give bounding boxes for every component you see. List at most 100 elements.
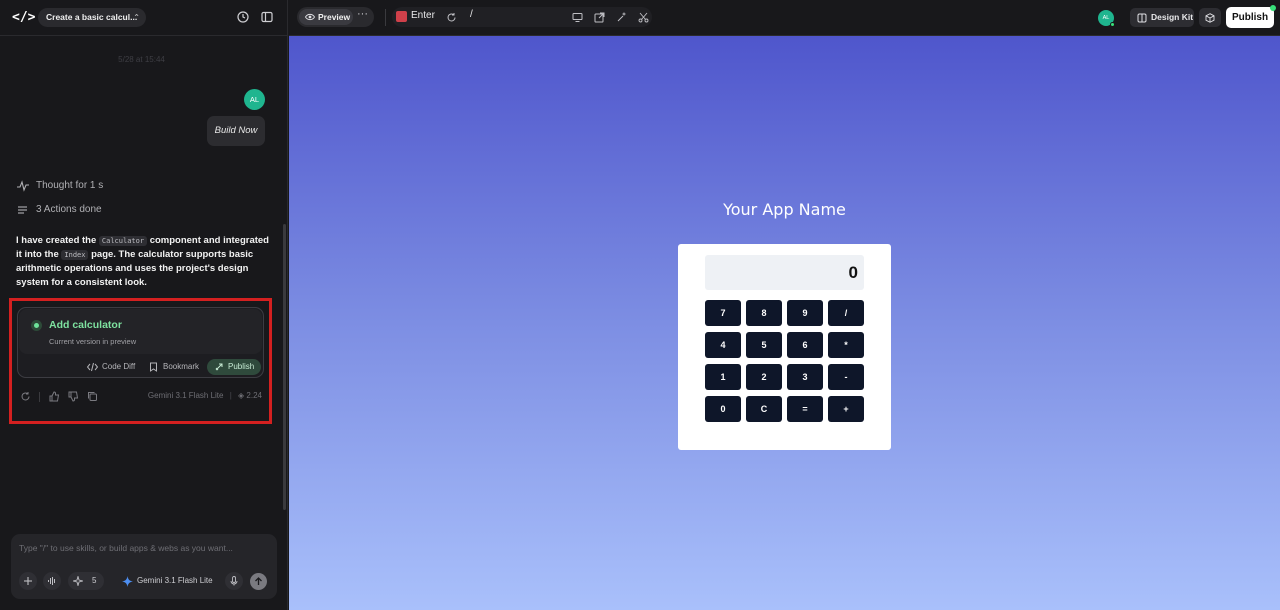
version-card-header[interactable]: Add calculator Current version in previe… [19, 309, 262, 354]
refresh-icon[interactable] [446, 12, 457, 23]
audio-button[interactable] [43, 572, 61, 590]
version-subtitle: Current version in preview [49, 337, 137, 346]
tab-preview-label: Preview [318, 12, 351, 22]
palette-icon [1137, 13, 1147, 23]
cube-icon [1205, 13, 1215, 23]
calculator-display: 0 [705, 255, 864, 290]
rocket-icon [215, 363, 223, 371]
list-icon [18, 206, 27, 214]
calc-key-1[interactable]: 1 [705, 364, 741, 390]
pulse-icon [17, 180, 29, 192]
calc-key-6[interactable]: 6 [787, 332, 823, 358]
calc-key-3[interactable]: 3 [787, 364, 823, 390]
chat-input[interactable]: Type "/" to use skills, or build apps & … [19, 543, 233, 553]
send-button[interactable] [250, 573, 267, 590]
calc-key-multiply[interactable]: * [828, 332, 864, 358]
app-logo-icon[interactable]: </> [12, 9, 35, 27]
microphone-icon [230, 576, 238, 586]
bookmark-icon [150, 362, 157, 372]
panel-toggle-icon[interactable] [261, 11, 273, 23]
publish-status-dot [1270, 5, 1276, 11]
calc-key-4[interactable]: 4 [705, 332, 741, 358]
add-attachment-button[interactable] [19, 572, 37, 590]
publish-label: Publish [1231, 12, 1269, 23]
code-icon [87, 362, 98, 372]
project-title: Create a basic calcul... [46, 12, 138, 22]
copy-icon[interactable] [87, 391, 98, 402]
code-diff-button[interactable]: Code Diff [87, 359, 135, 375]
publish-version-button[interactable]: Publish [207, 359, 262, 375]
calc-key-divide[interactable]: / [828, 300, 864, 326]
model-selector[interactable]: Gemini 3.1 Flash Lite [122, 572, 213, 590]
calculator: 0 7 8 9 / 4 5 6 * 1 2 3 - 0 C = + [678, 244, 891, 450]
external-link-icon[interactable] [594, 12, 605, 23]
preview-toolbar: Preview ··· Enter / AL Design Kit Publis… [289, 0, 1280, 36]
address-bar: Enter / [392, 7, 652, 27]
sidebar-scrollbar[interactable] [283, 224, 286, 510]
mic-button[interactable] [225, 572, 243, 590]
calc-key-8[interactable]: 8 [746, 300, 782, 326]
inline-code: Index [61, 250, 89, 260]
magic-select-icon[interactable] [616, 12, 627, 23]
app-title: Your App Name [723, 200, 846, 219]
message-timestamp: 5/28 at 15:44 [118, 55, 165, 64]
skills-count: 5 [92, 576, 97, 585]
online-indicator [1110, 22, 1115, 27]
eye-icon [305, 13, 315, 21]
version-card: Add calculator Current version in previe… [17, 307, 264, 378]
publish-version-label: Publish [228, 362, 255, 371]
project-switcher[interactable]: Create a basic calcul... ⌃ [38, 8, 146, 27]
design-kit-button[interactable]: Design Kit [1130, 8, 1194, 27]
plus-icon [24, 577, 32, 585]
desktop-icon[interactable] [572, 12, 583, 23]
skills-button[interactable]: 5 [68, 572, 104, 590]
tab-preview[interactable]: Preview [299, 9, 353, 25]
chevron-updown-icon: ⌃ [133, 13, 140, 22]
scissors-icon[interactable] [638, 12, 649, 23]
user-avatar: AL [244, 89, 265, 110]
history-icon[interactable] [237, 11, 249, 23]
app-preview-frame: Your App Name 0 7 8 9 / 4 5 6 * 1 2 3 - … [289, 36, 1280, 610]
credits-icon: ◈ [238, 391, 245, 400]
route-name[interactable]: Enter [411, 10, 435, 21]
model-meta: Gemini 3.1 Flash Lite | ◈ 2.24 [148, 391, 262, 400]
calc-key-7[interactable]: 7 [705, 300, 741, 326]
ai-text-part: I have created the [16, 235, 97, 246]
calc-key-2[interactable]: 2 [746, 364, 782, 390]
view-mode-group: Preview ··· [297, 7, 374, 27]
bookmark-label: Bookmark [163, 362, 200, 371]
calc-key-9[interactable]: 9 [787, 300, 823, 326]
url-path-input[interactable]: / [470, 9, 473, 20]
publish-button[interactable]: Publish [1226, 5, 1276, 28]
sidebar-header: </> Create a basic calcul... ⌃ [0, 0, 288, 36]
toolbar-divider [385, 9, 386, 26]
status-dot-icon [31, 320, 42, 331]
design-kit-label: Design Kit [1151, 12, 1194, 22]
version-title: Add calculator [49, 319, 122, 331]
chat-input-box: Type "/" to use skills, or build apps & … [11, 534, 277, 599]
calc-key-clear[interactable]: C [746, 396, 782, 422]
model-name: Gemini 3.1 Flash Lite [147, 391, 224, 400]
cube-button[interactable] [1199, 8, 1221, 27]
calc-key-5[interactable]: 5 [746, 332, 782, 358]
meta-separator: | [229, 391, 232, 400]
sparkle-icon [73, 576, 83, 586]
calc-key-add[interactable]: + [828, 396, 864, 422]
calc-key-0[interactable]: 0 [705, 396, 741, 422]
bookmark-button[interactable]: Bookmark [149, 359, 199, 375]
more-icon[interactable]: ··· [357, 8, 368, 20]
calc-key-equals[interactable]: = [787, 396, 823, 422]
toolbar-divider [39, 392, 40, 402]
thumbs-down-icon[interactable] [68, 391, 79, 402]
credits-value: 2.24 [246, 391, 262, 400]
code-diff-label: Code Diff [102, 362, 136, 371]
user-avatar-top[interactable]: AL [1098, 10, 1115, 27]
input-model-name: Gemini 3.1 Flash Lite [137, 576, 213, 585]
message-toolbar: Gemini 3.1 Flash Lite | ◈ 2.24 [20, 391, 262, 403]
thumbs-up-icon[interactable] [49, 391, 60, 402]
retry-icon[interactable] [20, 391, 31, 402]
page-favicon-icon [396, 11, 407, 22]
chat-sidebar: </> Create a basic calcul... ⌃ 5/28 at 1… [0, 0, 288, 610]
calc-key-subtract[interactable]: - [828, 364, 864, 390]
gemini-icon [122, 576, 133, 587]
